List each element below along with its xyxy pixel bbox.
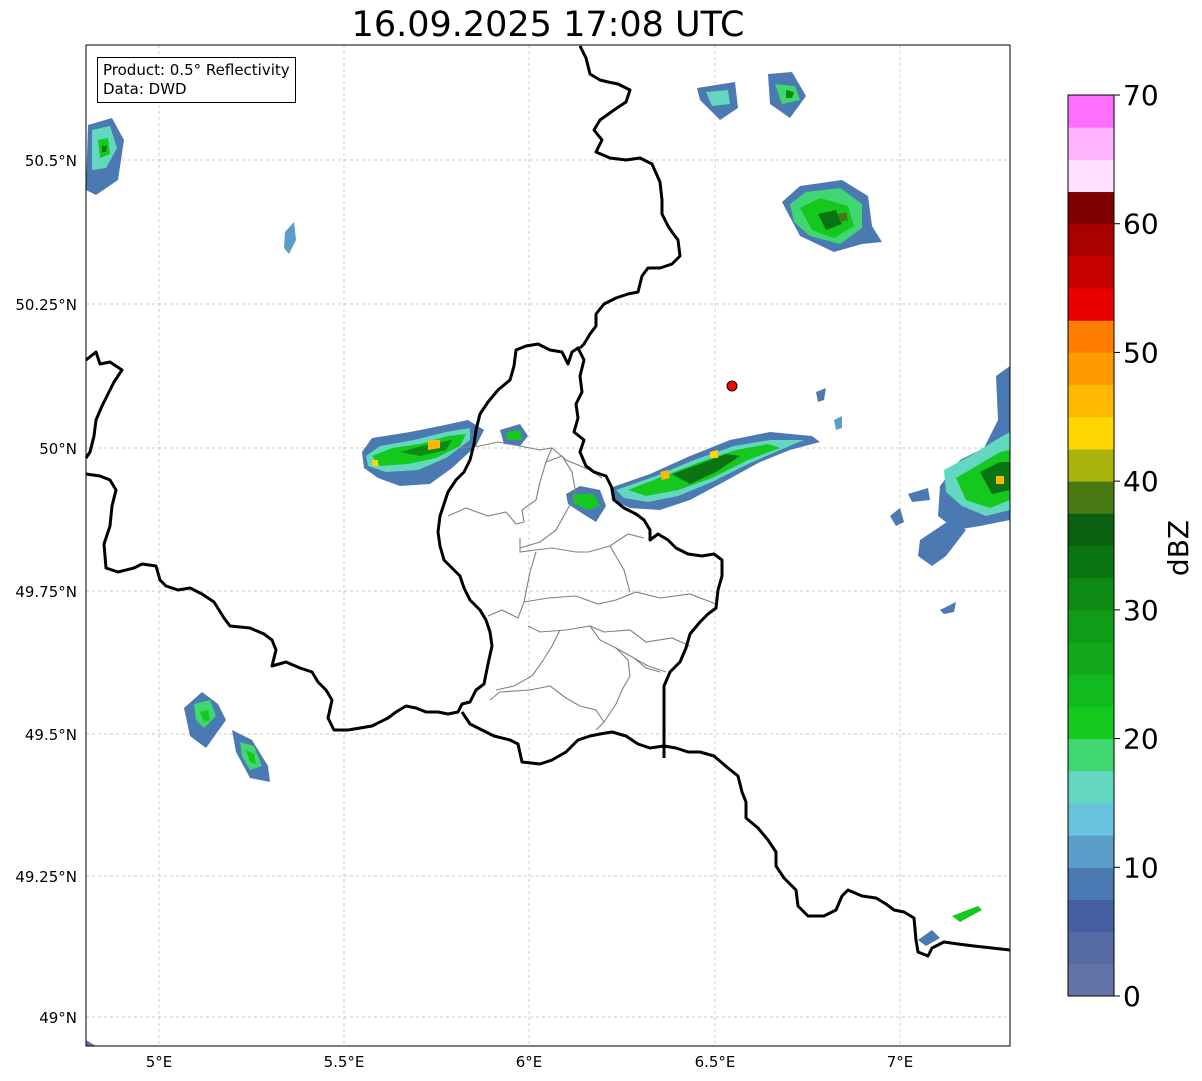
data-source-label: Data: DWD: [103, 80, 187, 98]
y-tick-label: 49.75°N: [15, 583, 77, 601]
y-tick-label: 50.25°N: [15, 296, 77, 314]
echo-cell-southeast: [86, 906, 982, 1046]
x-tick-label: 7°E: [887, 1053, 914, 1071]
colorbar-segment: [1068, 127, 1114, 160]
radar-echoes: [86, 72, 1010, 1046]
colorbar-segment: [1068, 609, 1114, 643]
radar-map: 50.5°N 50.25°N 50°N 49.75°N 49.5°N 49.25…: [15, 44, 1195, 1071]
colorbar-tick-label: 40: [1123, 465, 1159, 498]
colorbar-segment: [1068, 770, 1114, 804]
colorbar-segment: [1068, 255, 1114, 289]
y-axis-labels: 50.5°N 50.25°N 50°N 49.75°N 49.5°N 49.25…: [15, 152, 77, 1027]
colorbar-segment: [1068, 738, 1114, 772]
x-axis-labels: 5°E 5.5°E 6°E 6.5°E 7°E: [146, 1053, 914, 1071]
echo-line-west: [362, 420, 528, 486]
colorbar: [1068, 95, 1114, 997]
colorbar-segment: [1068, 191, 1114, 225]
colorbar-segment: [1068, 223, 1114, 257]
x-tick-label: 5°E: [146, 1053, 173, 1071]
colorbar-segment: [1068, 416, 1114, 450]
colorbar-segment: [1068, 835, 1114, 868]
y-tick-label: 50°N: [39, 440, 77, 458]
x-tick-label: 5.5°E: [324, 1053, 365, 1071]
colorbar-ticks: 0 10 20 30 40 50 60 70: [1114, 79, 1159, 1013]
station-marker: [726, 380, 738, 392]
colorbar-segment: [1068, 899, 1114, 933]
colorbar-segment: [1068, 159, 1114, 193]
echo-cell-northeast: [782, 180, 882, 252]
echo-cell-southwest: [184, 692, 270, 782]
echo-cell-east: [890, 366, 1010, 614]
colorbar-segment: [1068, 352, 1114, 386]
colorbar-segment: [1068, 513, 1114, 546]
colorbar-tick-label: 60: [1123, 208, 1159, 241]
echo-cell-north-center: [697, 72, 806, 120]
echo-cell-northwest: [86, 118, 124, 195]
colorbar-tick-label: 30: [1123, 594, 1159, 627]
colorbar-tick-label: 0: [1123, 980, 1141, 1013]
x-tick-label: 6°E: [516, 1053, 543, 1071]
colorbar-segment: [1068, 384, 1114, 418]
colorbar-segment: [1068, 867, 1114, 900]
colorbar-segment: [1068, 95, 1114, 128]
y-tick-label: 49.25°N: [15, 868, 77, 886]
colorbar-tick-label: 70: [1123, 79, 1159, 112]
product-label: Product: 0.5° Reflectivity: [103, 61, 290, 79]
colorbar-tick-label: 50: [1123, 336, 1159, 369]
x-tick-label: 6.5°E: [695, 1053, 736, 1071]
colorbar-segment: [1068, 577, 1114, 611]
colorbar-label: dBZ: [1162, 520, 1195, 576]
colorbar-segment: [1068, 481, 1114, 514]
echo-cell-small-west: [284, 222, 296, 254]
colorbar-segment: [1068, 448, 1114, 482]
national-borders: [84, 45, 1011, 958]
info-box: Product: 0.5° Reflectivity Data: DWD: [97, 57, 296, 103]
colorbar-segment: [1068, 288, 1114, 321]
colorbar-tick-label: 20: [1123, 723, 1159, 756]
colorbar-segment: [1068, 963, 1114, 997]
y-tick-label: 49°N: [39, 1009, 77, 1027]
colorbar-segment: [1068, 706, 1114, 740]
y-tick-label: 49.5°N: [25, 726, 77, 744]
colorbar-tick-label: 10: [1123, 851, 1159, 884]
colorbar-segment: [1068, 320, 1114, 353]
colorbar-segment: [1068, 642, 1114, 675]
colorbar-segment: [1068, 931, 1114, 965]
colorbar-segment: [1068, 545, 1114, 579]
colorbar-segment: [1068, 674, 1114, 707]
y-tick-label: 50.5°N: [25, 152, 77, 170]
echo-line-central: [566, 388, 842, 522]
colorbar-segment: [1068, 802, 1114, 836]
